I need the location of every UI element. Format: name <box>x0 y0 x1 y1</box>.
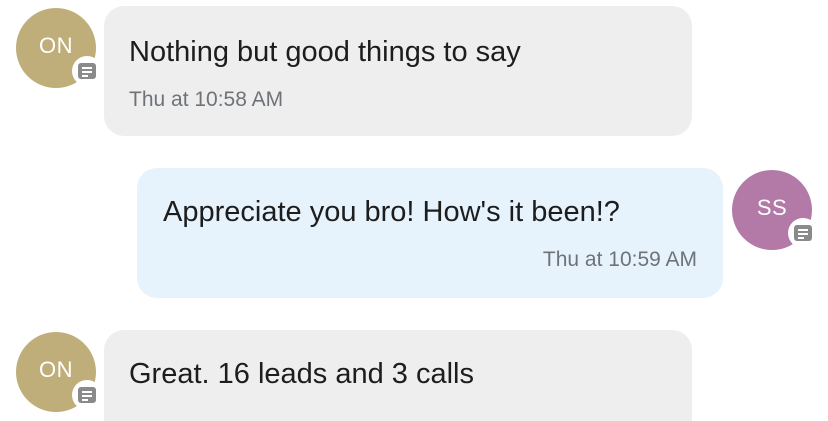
avatar-initials: SS <box>756 195 788 220</box>
message-badge <box>788 218 818 248</box>
message-text: Great. 16 leads and 3 calls <box>129 358 474 390</box>
avatar-initials: ON <box>39 33 73 58</box>
message-badge <box>72 380 102 410</box>
message-icon <box>78 387 96 403</box>
message-thread: ON Nothing but good things to say Thu at… <box>0 0 828 421</box>
avatar-initials: ON <box>39 357 73 382</box>
sender-avatar[interactable]: ON <box>16 8 102 88</box>
message-text: Appreciate you bro! How's it been!? <box>163 196 620 228</box>
message-timestamp: Thu at 10:59 AM <box>542 248 697 271</box>
message-timestamp: Thu at 10:58 AM <box>129 88 284 111</box>
message-bubble[interactable]: Great. 16 leads and 3 calls <box>104 330 692 421</box>
message-text: Nothing but good things to say <box>129 36 521 68</box>
message-bubble[interactable]: Appreciate you bro! How's it been!? Thu … <box>137 168 723 298</box>
message-icon <box>794 225 812 241</box>
message-badge <box>72 56 102 86</box>
sender-avatar[interactable]: ON <box>16 332 102 412</box>
message-icon <box>78 63 96 79</box>
message-bubble[interactable]: Nothing but good things to say Thu at 10… <box>104 6 692 136</box>
sender-avatar[interactable]: SS <box>732 170 818 250</box>
